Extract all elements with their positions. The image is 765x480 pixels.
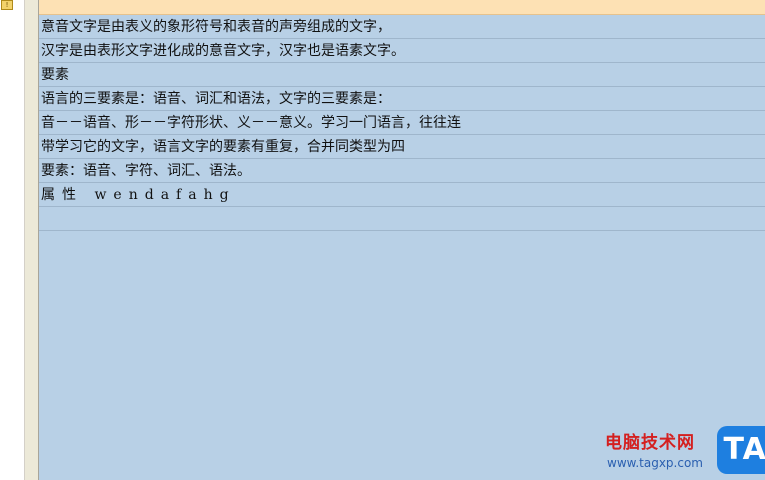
editor-line[interactable]: 要素：语音、字符、词汇、语法。 <box>39 159 765 183</box>
warning-icon[interactable]: ! <box>1 0 13 10</box>
editor-line[interactable]: 意音文字是由表义的象形符号和表音的声旁组成的文字， <box>39 15 765 39</box>
editor-line[interactable]: 属性 wendafahg <box>39 183 765 207</box>
editor-line-empty[interactable] <box>39 207 765 231</box>
editor-line[interactable]: 汉字是由表形文字进化成的意音文字，汉字也是语素文字。 <box>39 39 765 63</box>
editor-line[interactable]: 语言的三要素是：语音、词汇和语法，文字的三要素是： <box>39 87 765 111</box>
text-editor[interactable]: 意音文字是由表义的象形符号和表音的声旁组成的文字， 汉字是由表形文字进化成的意音… <box>39 0 765 480</box>
window: ! 意音文字是由表义的象形符号和表音的声旁组成的文字， 汉字是由表形文字进化成的… <box>0 0 765 480</box>
editor-header-bar <box>39 0 765 15</box>
editor-line[interactable]: 带学习它的文字，语言文字的要素有重复，合并同类型为四 <box>39 135 765 159</box>
left-panel: ! <box>0 0 25 480</box>
watermark-title: 电脑技术网 <box>605 433 695 453</box>
tag-logo: TAG <box>717 426 765 474</box>
editor-line[interactable]: 音－－语音、形－－字符形状、义－－意义。学习一门语言，往往连 <box>39 111 765 135</box>
panel-splitter[interactable] <box>25 0 39 480</box>
editor-lines: 意音文字是由表义的象形符号和表音的声旁组成的文字， 汉字是由表形文字进化成的意音… <box>39 15 765 231</box>
watermark-url: www.tagxp.com <box>607 456 703 470</box>
watermark: 电脑技术网 www.tagxp.com TAG <box>599 420 765 480</box>
editor-line[interactable]: 要素 <box>39 63 765 87</box>
